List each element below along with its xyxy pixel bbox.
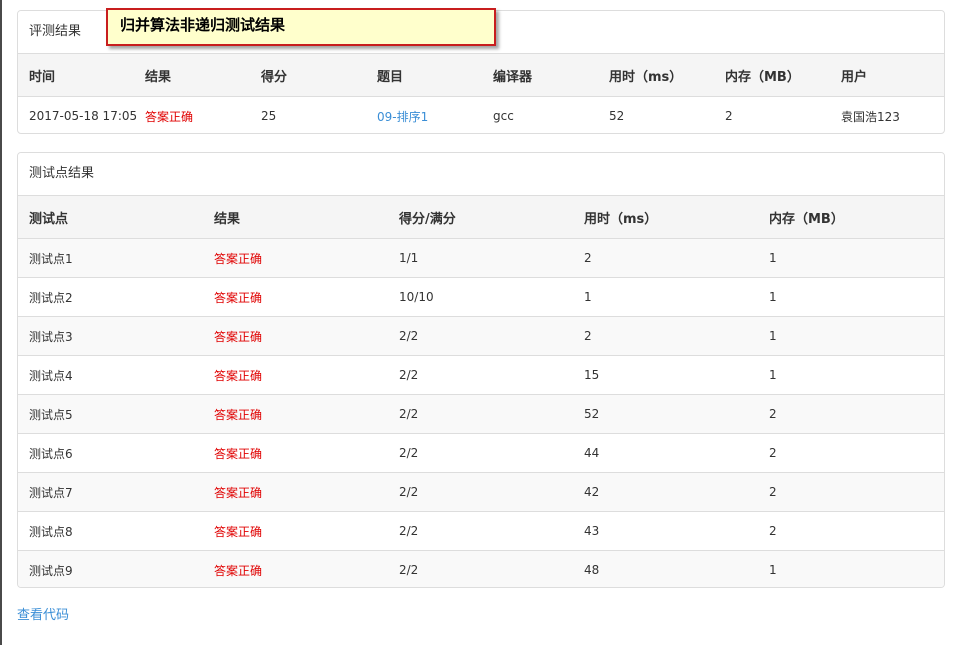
window-left-edge	[0, 0, 2, 645]
testcase-time: 52	[573, 394, 758, 434]
testcase-memory: 1	[758, 355, 944, 395]
col-header-result: 结果	[203, 196, 388, 239]
testcase-row: 测试点2 答案正确 10/10 1 1	[18, 277, 944, 317]
eval-user: 袁国浩123	[841, 109, 900, 124]
col-header-result: 结果	[134, 54, 250, 97]
testcase-status: 答案正确	[203, 277, 388, 317]
testcase-status: 答案正确	[203, 355, 388, 395]
col-header-time: 时间	[18, 54, 134, 97]
testcase-time: 48	[573, 550, 758, 587]
eval-time: 2017-05-18 17:05	[29, 109, 138, 123]
testcase-name: 测试点7	[18, 472, 203, 512]
testcase-row: 测试点3 答案正确 2/2 2 1	[18, 316, 944, 356]
testcase-time: 15	[573, 355, 758, 395]
col-header-score-full: 得分/满分	[388, 196, 573, 239]
testcase-score: 1/1	[388, 238, 573, 278]
testcase-name: 测试点8	[18, 511, 203, 551]
testcase-memory: 1	[758, 316, 944, 356]
testcase-score: 2/2	[388, 394, 573, 434]
eval-status: 答案正确	[145, 109, 194, 124]
testcase-score: 2/2	[388, 433, 573, 473]
testcase-status: 答案正确	[203, 550, 388, 587]
testcase-row: 测试点8 答案正确 2/2 43 2	[18, 511, 944, 551]
testcase-time: 1	[573, 277, 758, 317]
col-header-time-ms: 用时（ms）	[598, 54, 714, 97]
eval-compiler: gcc	[493, 109, 514, 123]
testcase-memory: 1	[758, 550, 944, 587]
testcase-row: 测试点5 答案正确 2/2 52 2	[18, 394, 944, 434]
testcase-memory: 2	[758, 511, 944, 551]
testcase-memory: 2	[758, 472, 944, 512]
testcase-name: 测试点5	[18, 394, 203, 434]
testcase-memory: 2	[758, 433, 944, 473]
testcase-time: 43	[573, 511, 758, 551]
testcase-status: 答案正确	[203, 511, 388, 551]
testcase-status: 答案正确	[203, 394, 388, 434]
testcase-row: 测试点9 答案正确 2/2 48 1	[18, 550, 944, 587]
testcase-status: 答案正确	[203, 472, 388, 512]
col-header-problem: 题目	[366, 54, 482, 97]
testcase-header-row: 测试点 结果 得分/满分 用时（ms） 内存（MB）	[18, 196, 944, 239]
col-header-memory: 内存（MB）	[758, 196, 944, 239]
testcase-result-panel: 测试点结果 测试点 结果 得分/满分 用时（ms） 内存（MB） 测试点1 答案正…	[17, 152, 945, 588]
eval-time-ms: 52	[609, 109, 625, 123]
col-header-score: 得分	[250, 54, 366, 97]
testcase-time: 2	[573, 316, 758, 356]
eval-result-table: 时间 结果 得分 题目 编译器 用时（ms） 内存（MB） 用户 2017-05…	[18, 54, 944, 134]
testcase-status: 答案正确	[203, 316, 388, 356]
testcase-time: 42	[573, 472, 758, 512]
col-header-testcase: 测试点	[18, 196, 203, 239]
testcase-score: 2/2	[388, 550, 573, 587]
testcase-memory: 1	[758, 238, 944, 278]
testcase-name: 测试点4	[18, 355, 203, 395]
testcase-name: 测试点1	[18, 238, 203, 278]
testcase-memory: 2	[758, 394, 944, 434]
testcase-name: 测试点3	[18, 316, 203, 356]
col-header-user: 用户	[830, 54, 944, 97]
testcase-score: 2/2	[388, 355, 573, 395]
problem-link[interactable]: 09-排序1	[366, 97, 482, 134]
eval-score: 25	[261, 109, 277, 123]
testcase-row: 测试点6 答案正确 2/2 44 2	[18, 433, 944, 473]
col-header-memory: 内存（MB）	[714, 54, 830, 97]
testcase-status: 答案正确	[203, 238, 388, 278]
annotation-tooltip: 归并算法非递归测试结果	[106, 8, 496, 46]
eval-memory: 2	[725, 109, 733, 123]
testcase-row: 测试点4 答案正确 2/2 15 1	[18, 355, 944, 395]
col-header-compiler: 编译器	[482, 54, 598, 97]
testcase-score: 2/2	[388, 316, 573, 356]
testcase-memory: 1	[758, 277, 944, 317]
testcase-score: 2/2	[388, 472, 573, 512]
view-code-link[interactable]: 查看代码	[17, 604, 69, 623]
eval-row: 2017-05-18 17:05 答案正确 25 09-排序1 gcc 52 2…	[18, 97, 944, 134]
testcase-time: 44	[573, 433, 758, 473]
testcase-row: 测试点1 答案正确 1/1 2 1	[18, 238, 944, 278]
testcase-name: 测试点6	[18, 433, 203, 473]
testcase-table: 测试点 结果 得分/满分 用时（ms） 内存（MB） 测试点1 答案正确 1/1 2 1…	[18, 196, 944, 587]
testcase-time: 2	[573, 238, 758, 278]
testcase-status: 答案正确	[203, 433, 388, 473]
testcase-score: 10/10	[388, 277, 573, 317]
testcase-name: 测试点9	[18, 550, 203, 587]
testcase-score: 2/2	[388, 511, 573, 551]
testcase-row: 测试点7 答案正确 2/2 42 2	[18, 472, 944, 512]
eval-header-row: 时间 结果 得分 题目 编译器 用时（ms） 内存（MB） 用户	[18, 54, 944, 97]
col-header-time-ms: 用时（ms）	[573, 196, 758, 239]
testcase-result-title: 测试点结果	[18, 153, 944, 196]
testcase-name: 测试点2	[18, 277, 203, 317]
